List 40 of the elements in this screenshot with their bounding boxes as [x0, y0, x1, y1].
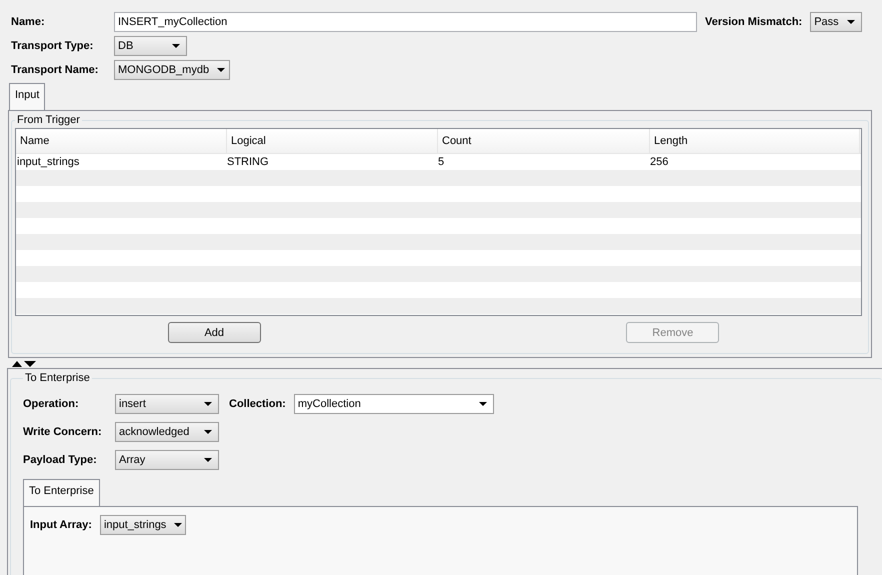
- operation-label: Operation:: [23, 398, 80, 410]
- to-enterprise-tab[interactable]: To Enterprise: [23, 479, 100, 506]
- caret-icon: [204, 430, 212, 434]
- transport-name-dropdown[interactable]: MONGODB_mydb: [114, 60, 230, 80]
- input-array-label: Input Array:: [30, 518, 92, 533]
- table-cell-text: input_strings: [16, 155, 80, 170]
- input-array-dropdown[interactable]: input_strings: [100, 515, 186, 535]
- caret-icon: [204, 402, 212, 406]
- name-label: Name:: [11, 16, 46, 28]
- version-mismatch-dropdown[interactable]: Pass: [810, 12, 862, 32]
- name-field[interactable]: INSERT_myCollection: [114, 12, 697, 32]
- operation-dropdown[interactable]: insert: [115, 394, 219, 414]
- payload-type-dropdown[interactable]: Array: [115, 450, 219, 470]
- column-header[interactable]: Count: [438, 129, 650, 153]
- caret-icon: [217, 68, 226, 72]
- payload-type-label: Payload Type:: [23, 454, 98, 466]
- table-cell-text: 256: [650, 155, 670, 170]
- column-header[interactable]: Name: [16, 129, 227, 153]
- version-mismatch-label: Version Mismatch:: [705, 16, 802, 28]
- caret-icon: [478, 402, 487, 406]
- splitter-arrows-icon[interactable]: [11, 360, 37, 368]
- column-header[interactable]: Logical: [227, 129, 438, 153]
- transport-type-dropdown[interactable]: DB: [114, 36, 187, 56]
- caret-icon: [172, 44, 180, 48]
- table-cell-text: STRING: [227, 155, 270, 170]
- collection-label: Collection:: [229, 398, 286, 410]
- write-concern-dropdown[interactable]: acknowledged: [115, 422, 219, 442]
- caret-icon: [174, 523, 182, 527]
- caret-icon: [846, 20, 855, 24]
- input-tab[interactable]: Input: [9, 83, 46, 110]
- action-button[interactable]: Add: [168, 322, 261, 343]
- column-header[interactable]: Length: [650, 129, 860, 153]
- write-concern-label: Write Concern:: [23, 426, 103, 438]
- collection-dropdown[interactable]: myCollection: [294, 394, 494, 414]
- transport-type-label: Transport Type:: [11, 40, 94, 52]
- table-cell-text: 5: [438, 155, 446, 170]
- transport-name-label: Transport Name:: [11, 64, 100, 76]
- caret-icon: [204, 458, 212, 462]
- group-title: From Trigger: [16, 114, 81, 126]
- group-title: To Enterprise: [24, 372, 91, 384]
